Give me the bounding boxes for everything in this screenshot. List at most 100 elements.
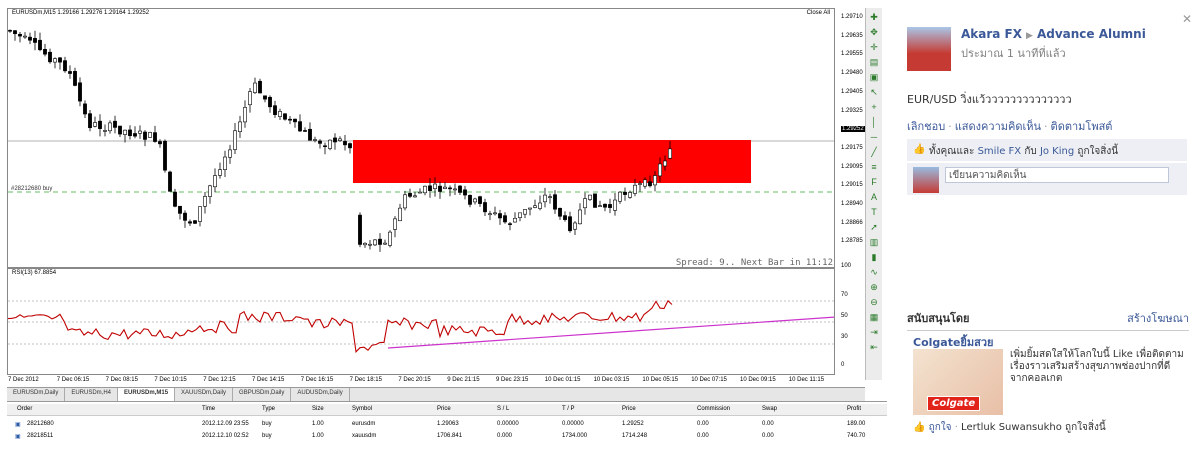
bear-candle xyxy=(483,202,487,213)
cursor-icon[interactable]: ↖ xyxy=(868,86,880,98)
price-tick: 1.29095 xyxy=(841,163,863,170)
bull-candle xyxy=(313,139,317,141)
follow-post-link[interactable]: ติดตามโพสต์ xyxy=(1051,120,1113,133)
thumbs-up-icon: 👍 xyxy=(913,144,926,155)
close-icon[interactable]: ✕ xyxy=(1182,12,1192,26)
ad-like-row: 👍 ถูกใจ · Lertluk Suwansukho ถูกใจสิ่งนี… xyxy=(913,422,1106,433)
liker-link-1[interactable]: Smile FX xyxy=(978,146,1022,157)
text-icon[interactable]: A xyxy=(868,191,880,203)
crosshair-tool-icon[interactable]: + xyxy=(868,101,880,113)
order-cell: buy xyxy=(262,421,272,427)
time-tick: 7 Dec 12:15 xyxy=(203,377,236,383)
ad-image[interactable]: Colgate xyxy=(913,349,1003,415)
bull-candle xyxy=(453,188,457,191)
bear-candle xyxy=(378,238,382,245)
bear-candle xyxy=(38,39,42,51)
zoom-in-icon[interactable]: ⊕ xyxy=(868,281,880,293)
chart-tab[interactable]: EURUSDm,M15 xyxy=(118,388,176,401)
unlike-link[interactable]: เลิกชอบ xyxy=(907,120,945,133)
supply-zone-rect xyxy=(353,140,751,183)
bear-candle xyxy=(68,71,72,74)
bull-candle xyxy=(213,175,217,188)
bear-candle xyxy=(88,113,92,129)
crosshair-icon[interactable]: ✛ xyxy=(868,41,880,53)
arrow-icon[interactable]: ➚ xyxy=(868,221,880,233)
author-avatar[interactable] xyxy=(907,27,951,71)
new-order-icon[interactable]: ✚ xyxy=(868,11,880,23)
chart-tab[interactable]: AUDUSDm,Daily xyxy=(291,388,350,401)
tile-icon[interactable]: ▦ xyxy=(868,311,880,323)
bull-candle xyxy=(538,202,542,209)
liker-link-2[interactable]: Jo King xyxy=(1040,146,1074,157)
autoscroll-icon[interactable]: ⇥ xyxy=(868,326,880,338)
move-icon[interactable]: ✥ xyxy=(868,26,880,38)
candles-icon[interactable]: ▮ xyxy=(868,251,880,263)
chart-tab[interactable]: XAUUSDm,Daily xyxy=(175,388,234,401)
order-row[interactable]: 28218511 2012.12.10 02:52 buy 1.00 xauusdm 17… xyxy=(7,431,887,442)
bull-candle xyxy=(203,196,207,207)
chart-tab[interactable]: EURUSDm,H4 xyxy=(65,388,119,401)
shift-icon[interactable]: ⇤ xyxy=(868,341,880,353)
trendline-icon[interactable]: ╱ xyxy=(868,146,880,158)
order-icon: ▣ xyxy=(15,422,21,428)
bull-candle xyxy=(548,196,552,198)
bear-candle xyxy=(498,213,502,219)
bear-candle xyxy=(603,203,607,208)
bull-candle xyxy=(368,243,372,246)
bull-candle xyxy=(578,209,582,225)
create-ad-link[interactable]: สร้างโฆษณา xyxy=(1127,309,1189,327)
chart-tab[interactable]: GBPUSDm,Daily xyxy=(233,388,292,401)
bear-candle xyxy=(258,80,262,94)
bull-candle xyxy=(108,122,112,132)
folder-icon[interactable]: ▤ xyxy=(868,56,880,68)
vertical-line-icon[interactable]: │ xyxy=(868,116,880,128)
group-link[interactable]: Advance Alumni xyxy=(1037,27,1146,41)
bear-candle xyxy=(323,145,327,148)
comment-input[interactable]: เขียนความคิดเห็น xyxy=(945,167,1169,183)
author-link[interactable]: Akara FX xyxy=(961,27,1022,41)
fibo-icon[interactable]: F xyxy=(868,176,880,188)
window-icon[interactable]: ▣ xyxy=(868,71,880,83)
terminal-header: Order Time Type Size Symbol Price S / L T / P Pr… xyxy=(7,404,887,416)
comment-link[interactable]: แสดงความคิดเห็น xyxy=(955,120,1041,133)
bull-candle xyxy=(663,160,667,167)
ad-like-link[interactable]: ถูกใจ xyxy=(929,422,952,433)
zoom-out-icon[interactable]: ⊖ xyxy=(868,296,880,308)
bear-candle xyxy=(33,38,37,43)
bear-candle xyxy=(508,223,512,225)
price-chart[interactable]: EURUSDm,M15 1.29166 1.29276 1.29164 1.29… xyxy=(7,8,835,268)
bear-candle xyxy=(268,96,272,108)
ad-brand-logo: Colgate xyxy=(927,396,981,411)
order-row[interactable]: 28212680 2012.12.09 23:55 buy 1.00 eurusdm 1.… xyxy=(7,419,887,430)
time-tick: 7 Dec 16:15 xyxy=(300,377,334,383)
bull-candle xyxy=(253,82,257,93)
bull-candle xyxy=(523,209,527,215)
bull-candle xyxy=(573,222,577,230)
bear-candle xyxy=(158,141,162,145)
rsi-chart[interactable]: RSI(13) 67.8854 xyxy=(7,268,835,375)
order-cell: 0.000 xyxy=(497,433,513,439)
bear-candle xyxy=(183,212,187,221)
bear-candle xyxy=(73,71,77,86)
bar-chart-icon[interactable]: ▥ xyxy=(868,236,880,248)
label-icon[interactable]: T xyxy=(868,206,880,218)
horizontal-line-icon[interactable]: ─ xyxy=(868,131,880,143)
bear-candle xyxy=(113,120,117,128)
line-chart-icon[interactable]: ∿ xyxy=(868,266,880,278)
price-tick: 1.29710 xyxy=(841,14,863,20)
bear-candle xyxy=(458,185,462,193)
bull-candle xyxy=(618,191,622,202)
order-cell: 2012.12.09 23:55 xyxy=(202,421,249,427)
bull-candle xyxy=(633,184,637,194)
channel-icon[interactable]: ≡ xyxy=(868,161,880,173)
column-header: Order xyxy=(17,406,33,412)
thumbs-up-icon: 👍 xyxy=(913,422,926,433)
order-cell: eurusdm xyxy=(352,421,376,427)
chart-tab[interactable]: EURUSDm,Daily xyxy=(7,388,66,401)
post-time[interactable]: ประมาณ 1 นาทีที่แล้ว xyxy=(961,44,1066,62)
bear-candle xyxy=(78,82,82,102)
bull-candle xyxy=(533,205,537,208)
order-cell: 1.00 xyxy=(312,433,324,439)
bear-candle xyxy=(193,220,197,224)
bear-candle xyxy=(188,221,192,224)
